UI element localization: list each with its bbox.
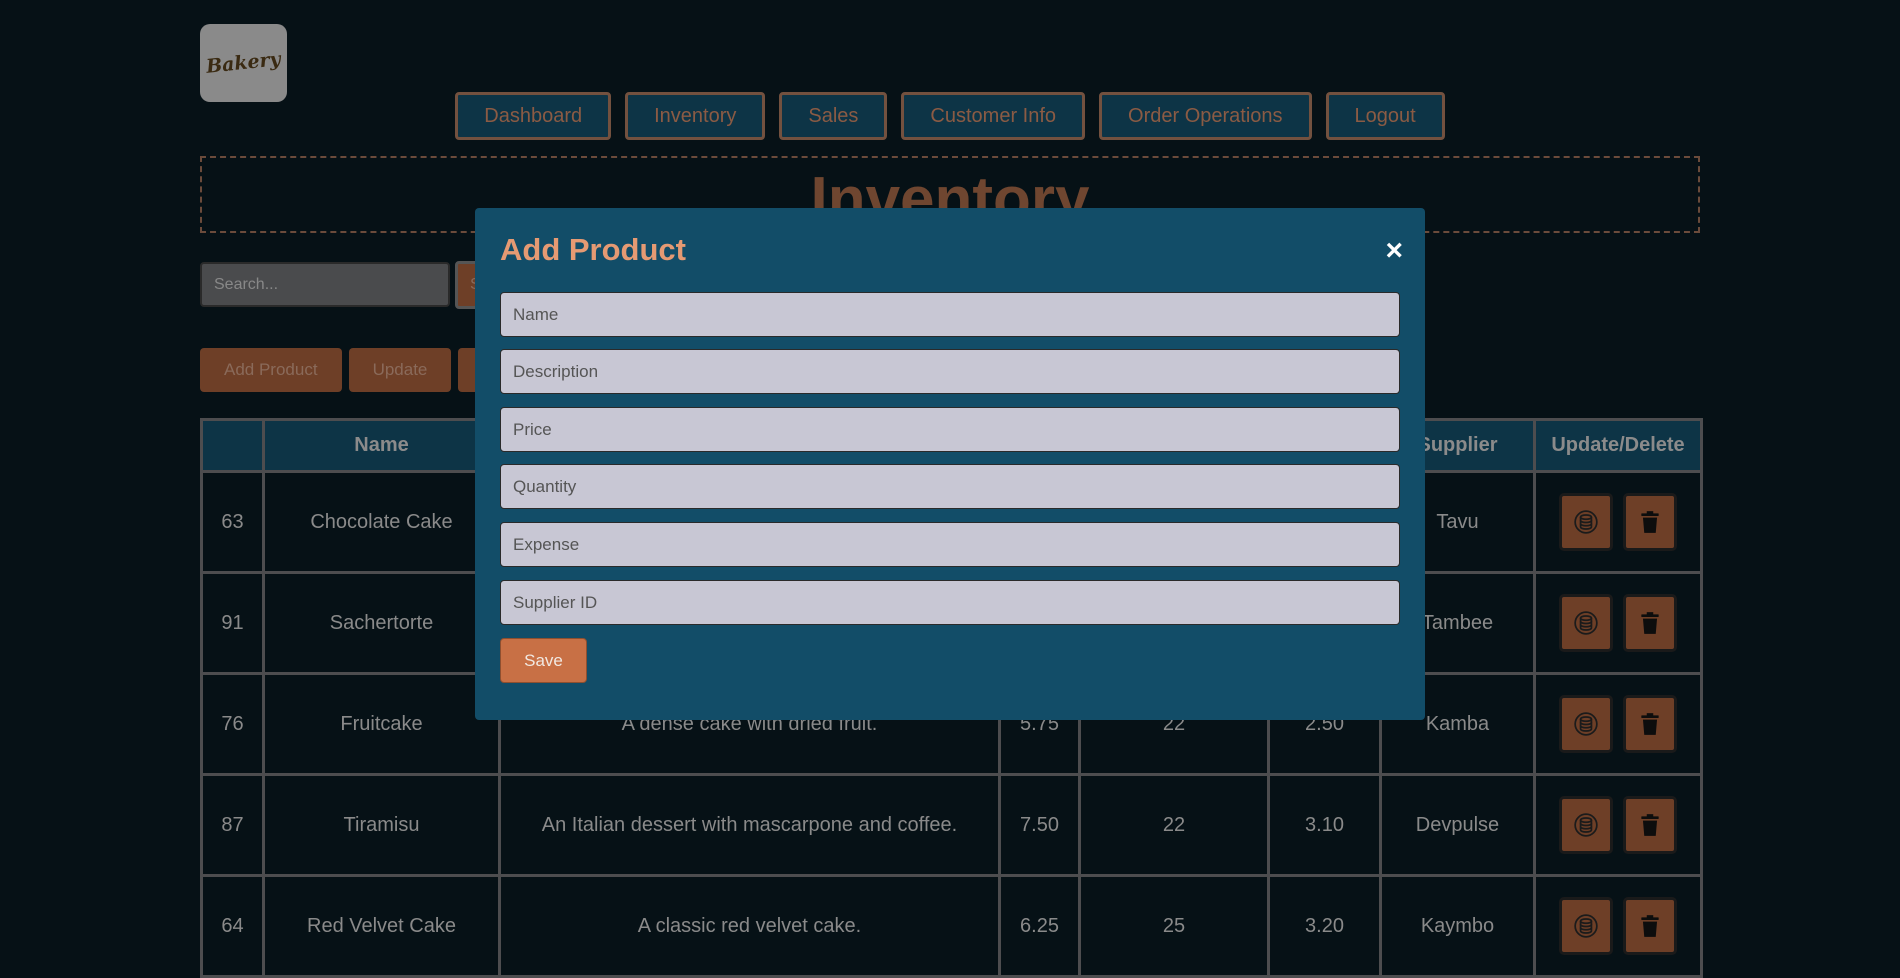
quantity-field[interactable]: Quantity [500,464,1400,509]
expense-field[interactable]: Expense [500,522,1400,567]
add-product-modal: Add Product × Name Description Price Qua… [475,208,1425,720]
save-button[interactable]: Save [500,638,587,683]
modal-title: Add Product [500,232,686,267]
inventory-page: Bakery Dashboard Inventory Sales Custome… [0,0,1900,978]
description-field[interactable]: Description [500,349,1400,394]
price-field[interactable]: Price [500,407,1400,452]
close-icon[interactable]: × [1385,236,1403,266]
supplier-id-field[interactable]: Supplier ID [500,580,1400,625]
name-field[interactable]: Name [500,292,1400,337]
